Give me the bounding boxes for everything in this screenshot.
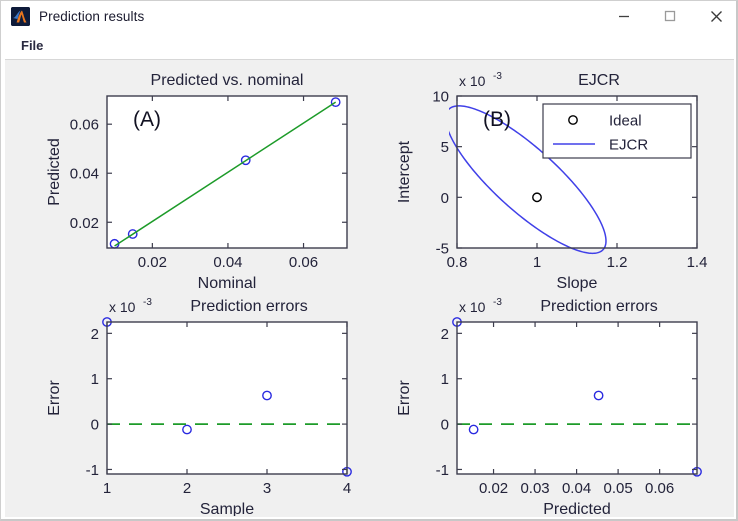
x-axis-label: Nominal <box>198 275 257 292</box>
axis-exponent-power: -3 <box>493 297 502 308</box>
plot-background <box>107 322 347 474</box>
panel-label: (A) <box>133 108 161 131</box>
x-tick-label: 4 <box>343 480 351 497</box>
x-tick-label: 1 <box>103 480 111 497</box>
plot-ejcr: 0.8 1 1.2 1.4 -5 0 5 10 x 10 -3 EJCR (B) Slope Interc… <box>396 71 707 292</box>
y-tick-label: 0 <box>91 417 99 434</box>
y-tick-label: 2 <box>91 326 99 343</box>
y-tick-label: 0 <box>441 417 449 434</box>
x-axis-label: Slope <box>557 275 598 292</box>
plot-predicted-vs-nominal: 0.02 0.04 0.06 0.02 0.04 0.06 Predicted vs. no… <box>46 72 348 292</box>
y-axis-label: Error <box>396 380 413 416</box>
x-tick-label: 0.05 <box>604 480 633 497</box>
legend-label: EJCR <box>609 137 648 154</box>
menu-bar: File <box>2 31 736 59</box>
x-axis-label: Sample <box>200 501 254 516</box>
y-tick-label: -5 <box>436 241 449 258</box>
plot-prediction-errors-predicted: 0.02 0.03 0.04 0.05 0.06 -1 0 1 2 x 10 -3 Predictio… <box>396 297 702 516</box>
x-tick-label: 0.8 <box>447 254 468 271</box>
y-axis-label: Intercept <box>396 140 413 203</box>
plot-title: Prediction errors <box>190 298 307 315</box>
menu-item-file[interactable]: File <box>14 35 50 56</box>
x-tick-label: 1 <box>533 254 541 271</box>
y-tick-label: 1 <box>441 371 449 388</box>
x-tick-label: 0.02 <box>479 480 508 497</box>
y-tick-label: -1 <box>86 462 99 479</box>
plot-title: Prediction errors <box>540 298 657 315</box>
y-axis-label: Predicted <box>46 138 63 206</box>
x-tick-label: 0.06 <box>289 254 318 271</box>
legend-label: Ideal <box>609 113 642 130</box>
plot-title: Predicted vs. nominal <box>151 72 304 89</box>
plot-prediction-errors-sample: 1 2 3 4 -1 0 1 2 x 10 -3 Prediction errors Sample Er… <box>46 297 352 516</box>
y-tick-label: 0 <box>441 190 449 207</box>
y-tick-label: 10 <box>432 89 449 106</box>
axis-exponent-power: -3 <box>143 297 152 308</box>
prediction-results-window: Prediction results File 0.02 0.04 0.06 0… <box>0 0 738 521</box>
x-tick-label: 1.4 <box>687 254 708 271</box>
close-icon[interactable] <box>693 1 736 31</box>
y-tick-label: 0.06 <box>70 117 99 134</box>
minimize-icon[interactable] <box>601 1 647 31</box>
y-tick-label: 0.02 <box>70 215 99 232</box>
x-tick-label: 0.04 <box>562 480 591 497</box>
window-title: Prediction results <box>39 8 145 24</box>
x-tick-label: 1.2 <box>607 254 628 271</box>
plot-title: EJCR <box>578 72 620 89</box>
matlab-membrane-icon <box>11 6 30 26</box>
y-tick-label: 1 <box>91 371 99 388</box>
x-tick-label: 0.04 <box>213 254 242 271</box>
window-controls <box>601 1 736 31</box>
y-tick-label: -1 <box>436 462 449 479</box>
figure-canvas: 0.02 0.04 0.06 0.02 0.04 0.06 Predicted vs. no… <box>5 59 734 517</box>
x-tick-label: 0.06 <box>645 480 674 497</box>
x-axis-label: Predicted <box>543 501 611 516</box>
y-tick-label: 2 <box>441 326 449 343</box>
figure-plots: 0.02 0.04 0.06 0.02 0.04 0.06 Predicted vs. no… <box>46 71 707 516</box>
window-titlebar: Prediction results <box>1 1 736 31</box>
plot-legend: Ideal EJCR <box>542 103 692 159</box>
y-tick-label: 0.04 <box>70 166 99 183</box>
x-tick-label: 2 <box>183 480 191 497</box>
y-tick-label: 5 <box>441 139 449 156</box>
axis-exponent-power: -3 <box>493 71 502 82</box>
axis-exponent: x 10 <box>109 299 136 315</box>
axis-exponent: x 10 <box>459 73 486 89</box>
x-tick-label: 0.02 <box>138 254 167 271</box>
axis-exponent: x 10 <box>459 299 486 315</box>
x-tick-label: 3 <box>263 480 271 497</box>
plot-background <box>457 322 697 474</box>
x-tick-label: 0.03 <box>520 480 549 497</box>
panel-label: (B) <box>483 108 511 131</box>
maximize-icon[interactable] <box>647 1 693 31</box>
y-axis-label: Error <box>46 380 63 416</box>
